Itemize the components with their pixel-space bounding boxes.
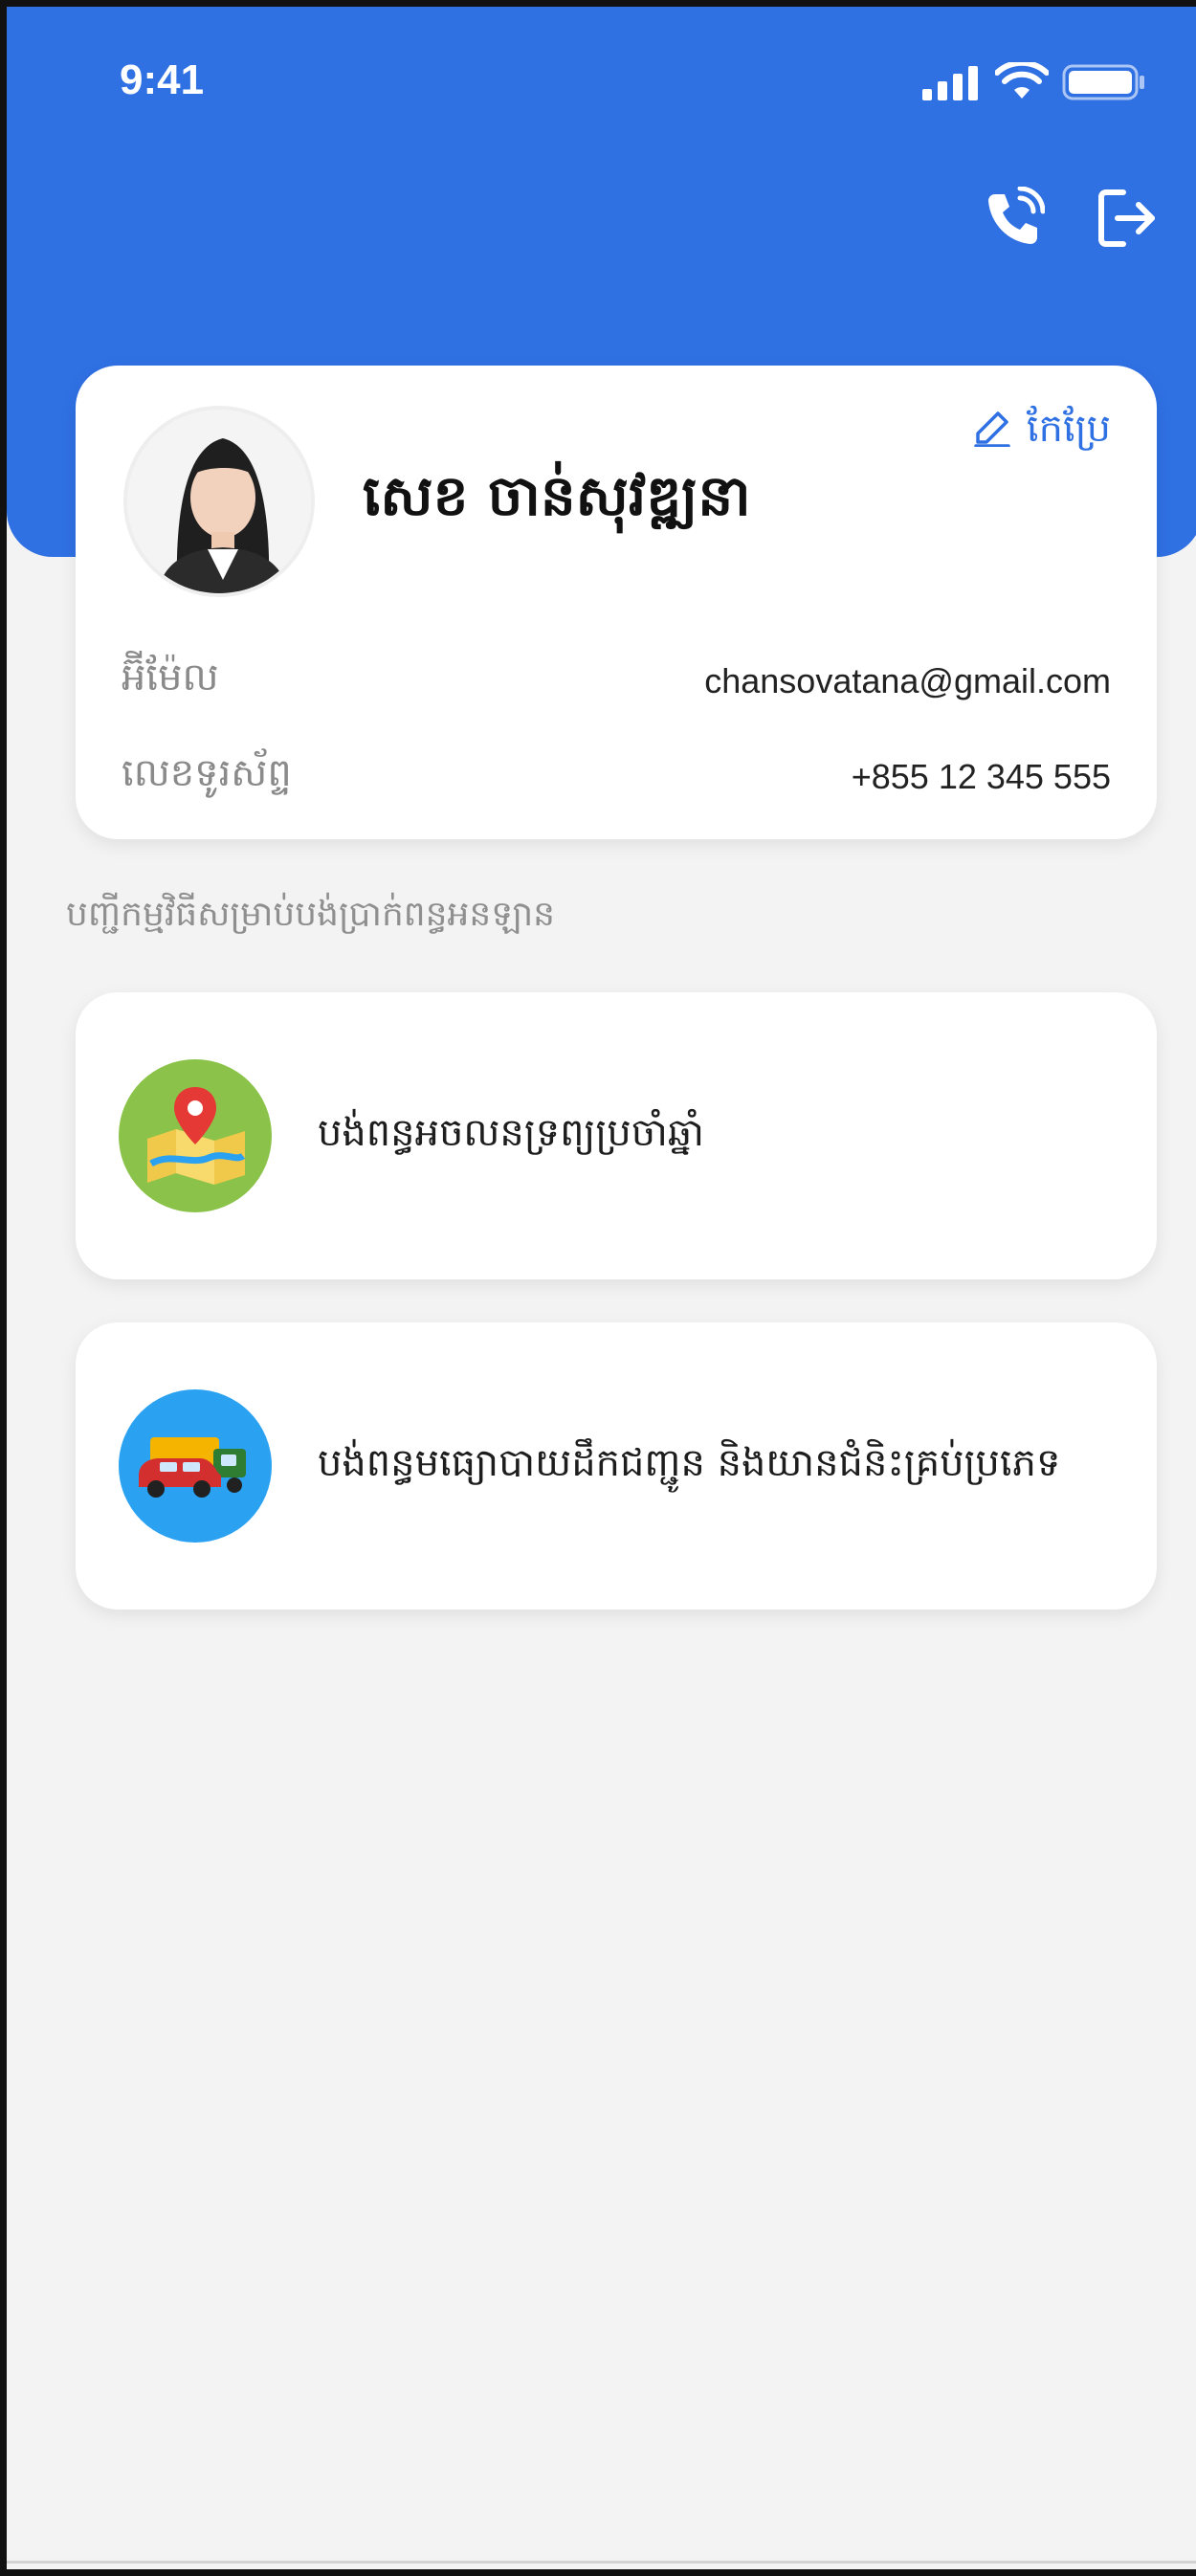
header-actions [982,186,1158,254]
email-label: អ៊ីម៉ែល [122,655,219,700]
battery-icon [1062,64,1146,104]
avatar [123,406,315,597]
cellular-signal-icon [922,66,982,104]
map-location-icon [138,1081,253,1190]
pencil-icon [973,409,1011,456]
logout-button[interactable] [1095,189,1158,252]
email-row: អ៊ីម៉ែល chansovatana@gmail.com [122,653,1111,709]
vehicles-icon [133,1426,257,1506]
service-label: បង់ពន្ធមធ្យោបាយដឹកជញ្ជូន និងយានជំនិះគ្រប… [318,1440,1061,1485]
service-card-property-tax[interactable]: បង់ពន្ធអចលនទ្រព្យប្រចាំឆ្នាំ [76,992,1157,1279]
logout-icon [1095,187,1158,254]
call-button[interactable] [982,186,1046,254]
profile-card: សេខ ចាន់សុវឌ្ឍនា កែប្រែ អ៊ីម៉ែល chansova… [76,366,1157,839]
status-icons [922,59,1146,104]
app-screen: 9:41 សេខ ចាន់សុវឌ្ឍនា កែប្រែ អ៊ីម៉ែល cha… [0,0,1196,2576]
edit-label: កែប្រែ [1026,407,1111,451]
email-value: chansovatana@gmail.com [704,660,1111,700]
service-label: បង់ពន្ធអចលនទ្រព្យប្រចាំឆ្នាំ [318,1110,704,1155]
service-icon-circle [119,1389,272,1543]
profile-name: សេខ ចាន់សុវឌ្ឍនា [363,463,751,528]
wifi-icon [994,59,1050,104]
phone-label: លេខទូរស័ព្ទ [122,751,292,795]
edit-profile-button[interactable]: កែប្រែ [973,404,1111,460]
service-icon-circle [119,1059,272,1212]
status-time: 9:41 [120,56,205,103]
bottom-divider [7,2561,1196,2564]
section-title: បញ្ជីកម្មវិធីសម្រាប់បង់ប្រាក់ពន្ធអនឡាន [66,895,555,934]
phone-value: +855 12 345 555 [851,756,1111,796]
service-card-vehicle-tax[interactable]: បង់ពន្ធមធ្យោបាយដឹកជញ្ជូន និងយានជំនិះគ្រប… [76,1322,1157,1610]
phone-call-icon [982,186,1046,254]
phone-row: លេខទូរស័ព្ទ +855 12 345 555 [122,748,1111,805]
status-bar: 9:41 [7,7,1196,150]
